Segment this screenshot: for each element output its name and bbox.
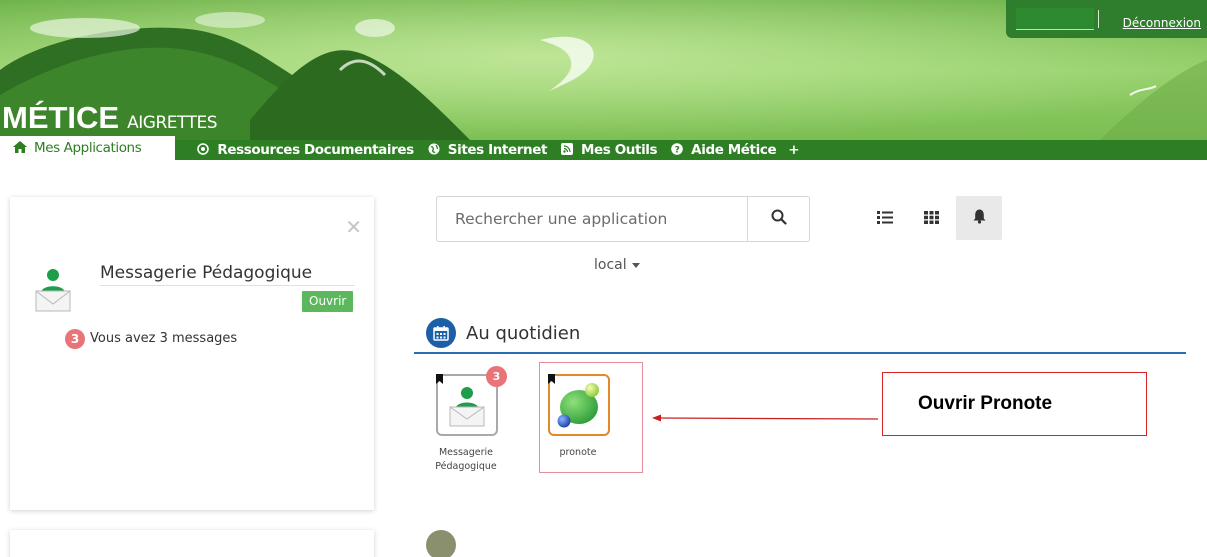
- app-tile-icon-frame: [548, 374, 610, 436]
- notification-card: ✕ Messagerie Pédagogique Ouvrir 3 Vous a…: [10, 197, 374, 510]
- user-name-field[interactable]: [1016, 8, 1094, 30]
- user-panel: Déconnexion: [1006, 0, 1207, 38]
- nav-tab-label: Mes Applications: [34, 140, 142, 156]
- search-button[interactable]: [747, 197, 809, 241]
- caret-down-icon: [631, 262, 640, 268]
- brand-name: MÉTICE: [2, 100, 120, 135]
- nav-tab-sites-internet[interactable]: Sites Internet: [426, 140, 559, 160]
- search-box: [436, 196, 810, 242]
- search-input[interactable]: [437, 197, 747, 241]
- svg-text:?: ?: [675, 145, 680, 155]
- globe-icon: [426, 143, 442, 158]
- section-icon: [426, 530, 456, 557]
- nav-tab-mes-applications[interactable]: Mes Applications: [0, 136, 176, 160]
- grid-view-button[interactable]: [908, 196, 954, 240]
- app-badge: 3: [486, 366, 507, 387]
- envelope-user-icon: [449, 387, 485, 427]
- nav-tab-mes-outils[interactable]: Mes Outils: [559, 140, 669, 160]
- calendar-icon: [426, 318, 456, 348]
- nav-tab-label: Ressources Documentaires: [217, 142, 414, 158]
- app-label: pronote: [559, 447, 597, 458]
- envelope-user-icon: [35, 267, 71, 317]
- target-icon: [195, 142, 211, 158]
- nav-tab-label: Aide Métice: [691, 142, 777, 158]
- message-count-text: Vous avez 3 messages: [90, 331, 238, 346]
- close-icon[interactable]: ✕: [345, 217, 362, 237]
- section-divider: [414, 352, 1186, 354]
- message-count-badge: 3: [65, 329, 85, 349]
- header-banner: MÉTICE AIGRETTES Déconnexion: [0, 0, 1207, 140]
- help-icon: ?: [669, 142, 685, 158]
- nav-tab-label: Sites Internet: [447, 142, 548, 158]
- nav-tab-ressources[interactable]: Ressources Documentaires: [195, 140, 425, 160]
- brand-logo: MÉTICE AIGRETTES: [2, 100, 217, 136]
- section-header: Au quotidien: [426, 318, 580, 348]
- section-title: Au quotidien: [466, 322, 581, 344]
- rss-icon: [559, 142, 575, 158]
- list-view-button[interactable]: [862, 196, 908, 240]
- pronote-icon: [557, 383, 599, 428]
- annotation-callout: Ouvrir Pronote: [882, 372, 1147, 436]
- nav-tab-aide-metice[interactable]: ? Aide Métice: [669, 140, 788, 160]
- nav-tab-label: Mes Outils: [581, 142, 658, 158]
- annotation-arrow: [652, 414, 879, 422]
- notifications-view-button[interactable]: [956, 196, 1002, 240]
- user-separator: [1098, 10, 1099, 28]
- main-nav: Mes Applications Ressources Documentaire…: [0, 136, 1207, 160]
- nav-tab-more[interactable]: +: [788, 140, 811, 160]
- annotation-text: Ouvrir Pronote: [918, 393, 1053, 414]
- section-header-2: [426, 530, 466, 557]
- open-button[interactable]: Ouvrir: [302, 291, 354, 312]
- scope-dropdown[interactable]: local: [594, 257, 640, 273]
- search-icon: [771, 209, 787, 229]
- home-icon: [12, 140, 28, 156]
- scope-label: local: [594, 257, 627, 273]
- secondary-card: [10, 530, 374, 557]
- nav-tab-label: +: [788, 142, 800, 158]
- bell-icon: [973, 209, 986, 228]
- grid-icon: [923, 209, 939, 228]
- brand-subtitle: AIGRETTES: [127, 113, 217, 133]
- card-title: Messagerie Pédagogique: [100, 263, 355, 286]
- list-icon: [877, 209, 893, 228]
- app-label: Messagerie Pédagogique: [435, 447, 497, 472]
- logout-link[interactable]: Déconnexion: [1123, 16, 1201, 30]
